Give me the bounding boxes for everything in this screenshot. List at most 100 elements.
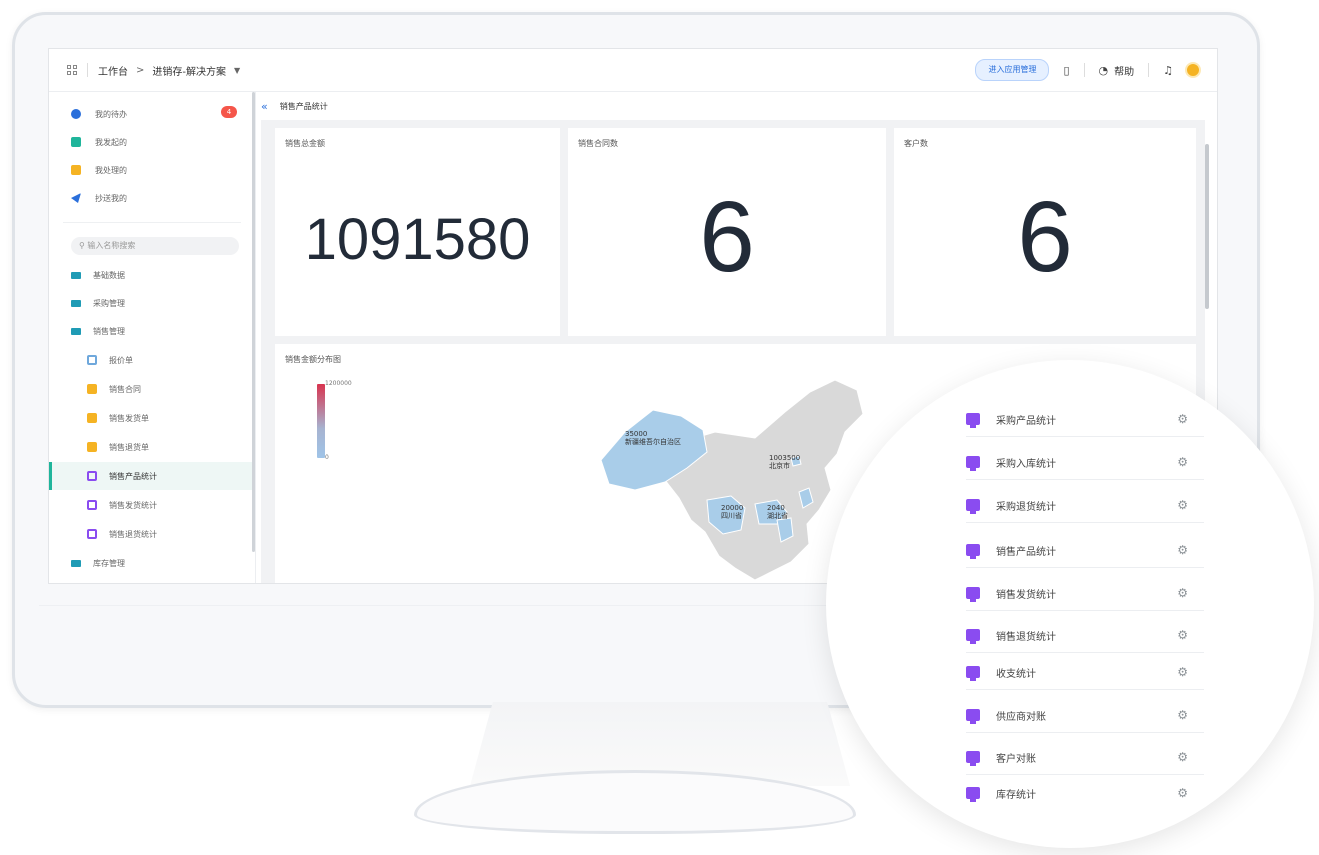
divider bbox=[1083, 63, 1085, 77]
map-label-region: 北京市 bbox=[769, 462, 790, 470]
divider bbox=[63, 222, 241, 223]
report-item-income-expense-stats[interactable]: 收支统计 ⚙ bbox=[966, 655, 1204, 690]
report-item-label: 库存统计 bbox=[996, 789, 1036, 801]
sidebar-item-my-todo[interactable]: 我的待办 bbox=[71, 104, 127, 124]
sidebar-item-return-note[interactable]: 销售退货单 bbox=[87, 437, 149, 457]
folder-icon bbox=[71, 165, 81, 175]
sidebar-item-label: 我发起的 bbox=[95, 137, 127, 147]
sidebar-item-label: 销售退货统计 bbox=[109, 529, 157, 539]
gear-icon[interactable]: ⚙ bbox=[1177, 498, 1188, 512]
main-scrollbar[interactable] bbox=[1205, 144, 1209, 309]
card-title: 销售总金额 bbox=[285, 139, 325, 148]
map-label-beijing: 1003500 北京市 bbox=[769, 454, 800, 470]
sidebar-item-label: 库存管理 bbox=[93, 558, 125, 568]
card-title: 销售合同数 bbox=[578, 139, 618, 148]
map-label-region: 新疆维吾尔自治区 bbox=[625, 438, 681, 446]
breadcrumb-separator-icon: > bbox=[136, 64, 145, 76]
gear-icon[interactable]: ⚙ bbox=[1177, 412, 1188, 426]
sidebar-item-delivery-stats[interactable]: 销售发货统计 bbox=[87, 495, 157, 515]
report-item-sales-product-stats[interactable]: 销售产品统计 ⚙ bbox=[966, 533, 1204, 568]
sidebar-item-label: 销售退货单 bbox=[109, 442, 149, 452]
sidebar-folder-sales[interactable]: 销售管理 bbox=[71, 321, 125, 341]
sidebar-folder-purchase[interactable]: 采购管理 bbox=[71, 293, 125, 313]
sidebar-item-label: 报价单 bbox=[109, 355, 133, 365]
document-icon bbox=[87, 355, 97, 365]
form-icon bbox=[87, 413, 97, 423]
map-label-region: 湖北省 bbox=[767, 512, 788, 520]
sidebar-item-delivery-note[interactable]: 销售发货单 bbox=[87, 408, 149, 428]
map-label-value: 20000 bbox=[721, 504, 744, 512]
chevron-down-icon[interactable]: ▼ bbox=[234, 66, 240, 75]
kpi-value: 6 bbox=[1017, 181, 1073, 293]
sidebar-item-label: 抄送我的 bbox=[95, 193, 127, 203]
breadcrumb-workbench[interactable]: 工作台 bbox=[98, 63, 128, 78]
form-icon bbox=[87, 442, 97, 452]
sidebar-folder-basic-data[interactable]: 基础数据 bbox=[71, 265, 125, 285]
top-bar: 工作台 > 进销存-解决方案 ▼ 进入应用管理 ▯ ◔ 帮助 ♫ bbox=[49, 49, 1217, 92]
report-item-inventory-stats[interactable]: 库存统计 ⚙ bbox=[966, 776, 1204, 810]
report-item-supplier-reconciliation[interactable]: 供应商对账 ⚙ bbox=[966, 698, 1204, 733]
device-icon[interactable]: ▯ bbox=[1063, 64, 1069, 77]
kpi-card-sales-amount: 销售总金额 1091580 bbox=[275, 128, 560, 336]
folder-icon bbox=[71, 271, 81, 279]
sidebar-item-label: 基础数据 bbox=[93, 270, 125, 280]
map-label-value: 35000 bbox=[625, 430, 648, 438]
gear-icon[interactable]: ⚙ bbox=[1177, 786, 1188, 800]
sidebar-item-quote[interactable]: 报价单 bbox=[87, 350, 133, 370]
report-icon bbox=[966, 544, 980, 559]
sidebar: 我的待办 4 我发起的 我处理的 抄送我的 ⚲ 输入名称搜索 基础数据 采购管理 bbox=[49, 92, 256, 583]
gear-icon[interactable]: ⚙ bbox=[1177, 628, 1188, 642]
kpi-value: 1091580 bbox=[304, 207, 531, 272]
avatar[interactable] bbox=[1185, 62, 1201, 78]
gear-icon[interactable]: ⚙ bbox=[1177, 708, 1188, 722]
bell-icon[interactable]: ♫ bbox=[1163, 64, 1173, 77]
divider bbox=[87, 63, 88, 77]
map-label-value: 2040 bbox=[767, 504, 785, 512]
sidebar-item-return-stats[interactable]: 销售退货统计 bbox=[87, 524, 157, 544]
gear-icon[interactable]: ⚙ bbox=[1177, 543, 1188, 557]
report-item-customer-reconciliation[interactable]: 客户对账 ⚙ bbox=[966, 740, 1204, 775]
kpi-value: 6 bbox=[699, 181, 755, 293]
report-icon bbox=[87, 471, 97, 481]
report-icon bbox=[966, 629, 980, 644]
sidebar-item-initiated[interactable]: 我发起的 bbox=[71, 132, 127, 152]
gear-icon[interactable]: ⚙ bbox=[1177, 586, 1188, 600]
topbar-actions: 进入应用管理 ▯ ◔ 帮助 ♫ bbox=[975, 59, 1201, 81]
legend-max-label: 1200000 bbox=[325, 380, 352, 387]
card-title: 客户数 bbox=[904, 139, 928, 148]
collapse-sidebar-icon[interactable]: « bbox=[261, 100, 268, 113]
report-item-purchase-inbound-stats[interactable]: 采购入库统计 ⚙ bbox=[966, 445, 1204, 480]
sidebar-item-handled[interactable]: 我处理的 bbox=[71, 160, 127, 180]
sidebar-search-input[interactable]: ⚲ 输入名称搜索 bbox=[71, 237, 239, 255]
help-link[interactable]: 帮助 bbox=[1114, 63, 1134, 78]
report-icon bbox=[966, 666, 980, 681]
breadcrumb-app[interactable]: 进销存-解决方案 bbox=[152, 63, 226, 78]
kpi-card-contract-count: 销售合同数 6 bbox=[568, 128, 886, 336]
help-icon[interactable]: ◔ bbox=[1099, 64, 1109, 77]
report-item-purchase-product-stats[interactable]: 采购产品统计 ⚙ bbox=[966, 402, 1204, 437]
report-item-purchase-return-stats[interactable]: 采购退货统计 ⚙ bbox=[966, 488, 1204, 523]
app-manage-button[interactable]: 进入应用管理 bbox=[975, 59, 1050, 81]
gear-icon[interactable]: ⚙ bbox=[1177, 665, 1188, 679]
map-legend-gradient[interactable] bbox=[317, 384, 325, 458]
apps-grid-icon[interactable] bbox=[67, 65, 77, 75]
report-icon bbox=[966, 787, 980, 802]
folder-icon bbox=[71, 559, 81, 567]
search-placeholder: 输入名称搜索 bbox=[87, 241, 136, 250]
report-icon bbox=[966, 751, 980, 766]
gear-icon[interactable]: ⚙ bbox=[1177, 455, 1188, 469]
report-item-sales-return-stats[interactable]: 销售退货统计 ⚙ bbox=[966, 618, 1204, 653]
report-item-sales-delivery-stats[interactable]: 销售发货统计 ⚙ bbox=[966, 576, 1204, 611]
sidebar-scrollbar[interactable] bbox=[252, 92, 255, 552]
report-icon bbox=[966, 499, 980, 514]
report-icon bbox=[966, 413, 980, 428]
sidebar-item-sales-product-stats[interactable]: 销售产品统计 bbox=[52, 462, 252, 490]
sidebar-folder-inventory[interactable]: 库存管理 bbox=[71, 553, 125, 573]
report-icon bbox=[966, 456, 980, 471]
sidebar-item-cc[interactable]: 抄送我的 bbox=[71, 188, 127, 208]
sidebar-item-sales-contract[interactable]: 销售合同 bbox=[87, 379, 141, 399]
map-label-hubei: 2040 湖北省 bbox=[767, 504, 788, 520]
alarm-icon bbox=[71, 109, 81, 119]
kpi-card-customer-count: 客户数 6 bbox=[894, 128, 1196, 336]
gear-icon[interactable]: ⚙ bbox=[1177, 750, 1188, 764]
